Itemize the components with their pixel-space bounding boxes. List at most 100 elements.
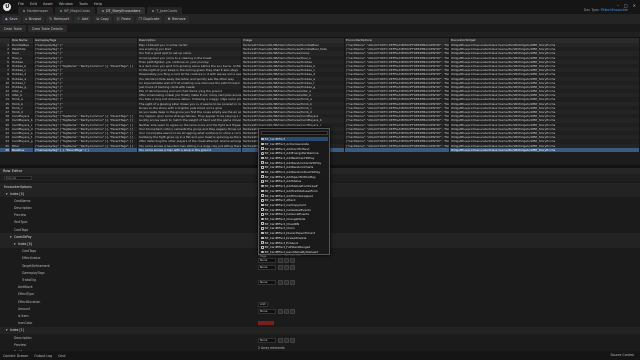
- class-option[interactable]: BP_CardEffect_DiscardSpecificCard: [261, 231, 328, 235]
- class-option[interactable]: BP_CardEffect_AddCardToHand: [261, 146, 328, 151]
- clear-icon[interactable]: [290, 338, 295, 343]
- property-value-field[interactable]: None: [258, 265, 276, 270]
- reset-icon[interactable]: [284, 280, 289, 285]
- property-value-field[interactable]: None: [258, 338, 276, 343]
- property-row[interactable]: IconColor: [0, 320, 640, 327]
- property-row[interactable]: EffectDuration: [0, 298, 640, 305]
- toolbar-button-3[interactable]: + Add: [74, 15, 92, 23]
- tab-2[interactable]: DT_StoryEncounters: [96, 7, 146, 14]
- class-option[interactable]: BP_CardEffect_AddRandomDeckToPlay: [261, 170, 328, 174]
- browse-icon[interactable]: [278, 265, 283, 270]
- property-label: EffectType: [18, 292, 35, 297]
- expand-arrow-icon[interactable]: ▾: [6, 192, 8, 196]
- class-option[interactable]: BP_CardEffect_CallLocalEvents: [261, 212, 328, 216]
- property-row[interactable]: Effect/value: [0, 255, 640, 262]
- menu-edit[interactable]: Edit: [30, 2, 37, 6]
- class-option[interactable]: BP_CardEffect_DrawAtVisible: [261, 236, 328, 240]
- property-row[interactable]: GameplayTags: [0, 269, 640, 276]
- class-option[interactable]: BP_CardEffect_FullStackRanged: [261, 245, 328, 249]
- class-option[interactable]: BP_CardEffect_AddEnergyPerStamina: [261, 151, 328, 155]
- class-option[interactable]: BP_CardEffect_AddRandomCharts: [261, 165, 328, 169]
- class-option[interactable]: BP_CardEffect_CallGlobalEvents: [261, 208, 328, 212]
- class-option[interactable]: BP_CardEffect_Chain: [261, 226, 328, 230]
- reset-icon[interactable]: [284, 258, 289, 263]
- class-option[interactable]: BP_CardEffect_GainStatusByStatusCt: [261, 250, 328, 254]
- array-count-label: 2 Array elements: [258, 345, 285, 350]
- browse-icon[interactable]: [278, 309, 283, 314]
- blueprint-class-icon: [261, 203, 264, 207]
- menu-help[interactable]: Help: [94, 2, 102, 6]
- property-row[interactable]: AmtBlock: [0, 284, 640, 291]
- tab-data-table[interactable]: Data Table: [0, 25, 26, 32]
- property-value-field[interactable]: None: [258, 280, 276, 285]
- reset-icon[interactable]: [284, 309, 289, 314]
- property-value-field[interactable]: None: [258, 309, 276, 314]
- toolbar-button-7[interactable]: ✖ Remove: [164, 15, 189, 23]
- clear-icon[interactable]: [290, 309, 295, 314]
- expand-arrow-icon[interactable]: ▾: [10, 235, 12, 239]
- tab-0[interactable]: Hordemaper: [18, 7, 54, 14]
- menu-tools[interactable]: Tools: [79, 2, 88, 6]
- toolbar-button-1[interactable]: ▸ Browse: [22, 15, 45, 23]
- class-picker-search[interactable]: [261, 131, 328, 135]
- class-option-label: BP_CardEffect_GainStatusByStatusCt: [264, 249, 319, 254]
- class-option[interactable]: BP_CardEffect_Attack: [261, 198, 328, 202]
- class-option[interactable]: BP_CardEffect_AddRandomCardsToPlay: [261, 161, 328, 165]
- expand-arrow-icon[interactable]: ▾: [14, 242, 16, 246]
- class-picker-dropdown[interactable]: BP_CardEffect BP_CardEffect_ActionGenerat…: [258, 128, 330, 255]
- menu-file[interactable]: File: [18, 2, 24, 6]
- content-drawer-button[interactable]: Content Drawer: [3, 354, 28, 358]
- class-option-label: BP_CardEffect: [264, 137, 285, 142]
- class-option[interactable]: BP_CardEffect_AddTributeCapped: [261, 193, 328, 198]
- tab-1[interactable]: BP_MagicCards: [55, 7, 95, 14]
- tab-3[interactable]: T_JadeCards: [147, 7, 183, 14]
- class-option[interactable]: BP_CardEffect_ActionGenerate: [261, 142, 328, 146]
- property-value-field[interactable]: None: [258, 258, 276, 263]
- class-option[interactable]: BP_CardEffect_AddNextCardToPlay: [261, 156, 328, 160]
- class-option[interactable]: BP_CardEffect_CheatRN: [261, 222, 328, 226]
- class-option[interactable]: BP_CardEffect_AddTraitStatusesFrom: [261, 189, 328, 193]
- color-swatch[interactable]: [258, 321, 274, 325]
- clear-icon[interactable]: [290, 258, 295, 263]
- class-option[interactable]: BP_CardEffect_CallCopyCard: [261, 203, 328, 207]
- toolbar-button-0[interactable]: ◆ Save: [2, 15, 21, 23]
- property-row[interactable]: Description: [0, 334, 640, 341]
- blueprint-class-icon: [261, 208, 264, 211]
- browse-icon[interactable]: [278, 280, 283, 285]
- menu-window[interactable]: Window: [59, 2, 73, 6]
- tab-data-table-details[interactable]: Data Table Details: [27, 25, 67, 32]
- clear-icon[interactable]: [290, 280, 295, 285]
- reset-icon[interactable]: [284, 338, 289, 343]
- close-icon[interactable]: ✕: [633, 3, 636, 8]
- class-option[interactable]: BP_CardEffect: [261, 137, 328, 142]
- clear-icon[interactable]: [290, 265, 295, 270]
- class-option-label: BP_CardEffect_DiscardSpecificCard: [264, 231, 316, 236]
- class-option[interactable]: BP_CardEffect_ChangeMode: [261, 217, 328, 221]
- property-row[interactable]: ▾ Index [1]: [0, 326, 640, 334]
- browse-icon[interactable]: [278, 338, 283, 343]
- toolbar-button-6[interactable]: ❐ Duplicate: [135, 15, 163, 23]
- toolbar-button-2[interactable]: ↻ Reimport: [46, 15, 73, 23]
- class-option[interactable]: BP_CardEffect_AddSpecificWhoPlay: [261, 175, 328, 179]
- property-row[interactable]: TargetDefinement: [0, 262, 640, 269]
- browse-icon[interactable]: [278, 258, 283, 263]
- source-control-button[interactable]: Source Control: [611, 353, 634, 357]
- class-option[interactable]: BP_CardEffect_AddStatusFromDrawP: [261, 184, 328, 188]
- property-row[interactable]: Is Item: [0, 312, 640, 319]
- output-log-button[interactable]: Output Log: [34, 354, 52, 358]
- cmd-input[interactable]: Cmd: [58, 354, 65, 358]
- toolbar-label: Duplicate: [143, 17, 160, 21]
- reset-icon[interactable]: [284, 265, 289, 270]
- property-row[interactable]: TraitsElig: [0, 276, 640, 283]
- class-option[interactable]: BP_CardEffect_AddStatus: [261, 179, 328, 183]
- property-row[interactable]: Amount: [0, 305, 640, 312]
- property-value-field[interactable]: Add: [258, 302, 268, 307]
- toolbar-button-5[interactable]: ⎘ Paste: [114, 15, 134, 23]
- menu-asset[interactable]: Asset: [43, 2, 53, 6]
- class-option[interactable]: BP_CardEffect_Exhaust: [261, 240, 328, 245]
- property-row[interactable]: EffectType: [0, 291, 640, 298]
- row-search-input[interactable]: Tutorial: [4, 175, 32, 180]
- expand-arrow-icon[interactable]: ▾: [6, 328, 8, 332]
- unreal-logo-icon[interactable]: [3, 3, 11, 11]
- toolbar-button-4[interactable]: ⧉ Copy: [93, 15, 113, 23]
